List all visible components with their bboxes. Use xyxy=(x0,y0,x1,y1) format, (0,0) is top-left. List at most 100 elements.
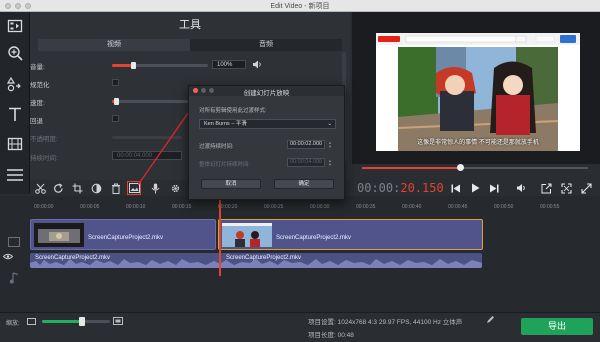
audio-track-icon xyxy=(7,272,21,284)
speaker-icon xyxy=(516,184,525,192)
image-duration-stepper[interactable]: ▲ ▼ xyxy=(327,158,333,167)
normalize-checkbox[interactable] xyxy=(112,79,119,86)
transition-duration-stepper[interactable]: ▲ ▼ xyxy=(327,140,333,149)
transition-style-value: Ken Burns – 平滑 xyxy=(204,121,247,127)
reverse-label: 回退 xyxy=(30,118,43,125)
ruler-tick: 00:00:10 xyxy=(126,204,146,210)
slideshow-dialog: 创建幻灯片放映 对所有剪辑使用此过渡样式: Ken Burns – 平滑 ⌄ 过… xyxy=(188,85,345,200)
scissors-icon xyxy=(34,183,46,194)
tab-video[interactable]: 视频 xyxy=(38,39,190,51)
video-track-icon xyxy=(7,236,21,248)
import-icon xyxy=(7,19,23,33)
text-icon xyxy=(9,107,21,121)
contrast-icon xyxy=(91,183,101,193)
ruler-tick: 00:00:55 xyxy=(540,204,560,210)
volume-value-field[interactable]: 100% xyxy=(212,60,246,69)
volume-button[interactable] xyxy=(514,181,528,195)
crop-icon xyxy=(72,183,82,193)
project-settings-value: 1024x768 4:3 29.97 FPS, 44100 Hz 立体声 xyxy=(337,319,463,326)
duration-label: 持续时间: xyxy=(30,155,58,162)
detach-preview-button[interactable] xyxy=(579,181,593,195)
playhead[interactable] xyxy=(219,196,221,276)
more-tools-button[interactable] xyxy=(4,164,26,186)
transition-duration-label: 过渡持续时间: xyxy=(199,144,234,150)
stepper-down-icon[interactable]: ▼ xyxy=(328,144,332,149)
import-media-button[interactable] xyxy=(4,15,26,37)
export-frame-icon xyxy=(541,183,551,193)
fullscreen-icon xyxy=(560,182,572,194)
color-adjust-button[interactable] xyxy=(89,181,103,195)
menu-icon xyxy=(7,169,23,181)
ruler-tick: 00:00:50 xyxy=(494,204,514,210)
image-duration-label: 整体幻灯片持续时间: xyxy=(199,162,251,168)
bottom-bar xyxy=(0,312,600,342)
ruler-tick: 00:00:45 xyxy=(448,204,468,210)
scale-label: 缩放: xyxy=(6,321,20,327)
dialog-instruction: 对所有剪辑使用此过渡样式: xyxy=(199,108,267,114)
filters-tool-button[interactable] xyxy=(4,73,26,95)
zoom-tool-button[interactable] xyxy=(4,42,26,64)
playback-progress-knob[interactable] xyxy=(457,164,464,171)
transitions-tool-button[interactable] xyxy=(4,133,26,155)
dialog-title: 创建幻灯片放映 xyxy=(243,90,290,97)
volume-slider-knob[interactable] xyxy=(131,62,136,69)
transition-style-select[interactable]: Ken Burns – 平滑 ⌄ xyxy=(199,119,336,129)
clip-name: ScreenCaptureProject2.mkv xyxy=(88,235,164,241)
trash-icon xyxy=(112,183,120,194)
previous-button[interactable] xyxy=(449,181,463,195)
playback-progress-fill xyxy=(362,167,460,169)
dialog-title-bar: 创建幻灯片放映 xyxy=(189,86,344,97)
video-clip[interactable]: ScreenCaptureProject2.mkv xyxy=(218,219,483,250)
audio-clip-name: ScreenCaptureProject2.mkv xyxy=(35,255,111,261)
rotate-button[interactable] xyxy=(51,181,65,195)
play-button[interactable] xyxy=(468,181,482,195)
delete-button[interactable] xyxy=(109,181,123,195)
zoom-slider[interactable] xyxy=(42,317,110,326)
shapes-icon xyxy=(7,76,21,92)
timecode-display: 00:00:20.150 xyxy=(357,181,444,195)
title-bar: Edit Video - 新项目 xyxy=(0,0,600,12)
visibility-toggle[interactable] xyxy=(1,250,15,262)
volume-slider[interactable] xyxy=(112,62,208,69)
zoom-slider-knob[interactable] xyxy=(79,317,85,326)
speaker-icon[interactable] xyxy=(252,60,262,71)
image-duration-field[interactable]: 00:00:04.000 xyxy=(287,158,325,167)
volume-label: 音量: xyxy=(30,64,45,71)
video-preview[interactable]: 这像是非常惊人的事情 不可能还是那就放手机 xyxy=(376,33,580,151)
cut-button[interactable] xyxy=(33,181,47,195)
audio-clip[interactable]: ScreenCaptureProject2.mkv ScreenCaptureP… xyxy=(30,253,482,268)
zoom-in-icon[interactable] xyxy=(113,317,123,327)
opacity-label: 不透明度: xyxy=(30,136,58,143)
tool-strip xyxy=(0,12,30,194)
reverse-checkbox[interactable] xyxy=(112,115,119,122)
stepper-down-icon[interactable]: ▼ xyxy=(328,162,332,167)
titles-tool-button[interactable] xyxy=(4,103,26,125)
ruler-tick: 00:00:30 xyxy=(310,204,330,210)
transition-duration-field[interactable]: 00:00:02.000 xyxy=(287,140,325,149)
speed-slider-knob[interactable] xyxy=(114,98,119,105)
project-settings-label: 项目设置: xyxy=(308,319,336,326)
timeline-ruler[interactable]: 00:00:00 00:00:05 00:00:10 00:00:15 00:0… xyxy=(30,200,600,212)
fullscreen-button[interactable] xyxy=(559,181,573,195)
clip-thumbnail xyxy=(34,223,84,247)
ok-button[interactable]: 确定 xyxy=(274,179,334,189)
expand-icon xyxy=(580,182,592,194)
video-clip[interactable]: ScreenCaptureProject2.mkv xyxy=(30,219,216,250)
snapshot-button[interactable] xyxy=(539,181,553,195)
zoom-slider-fill xyxy=(42,320,82,323)
play-icon xyxy=(471,183,479,193)
edit-settings-button[interactable] xyxy=(486,315,495,326)
tab-audio[interactable]: 音频 xyxy=(190,39,342,51)
playback-progress[interactable] xyxy=(362,164,588,171)
export-button[interactable]: 导出 xyxy=(521,318,593,335)
next-button[interactable] xyxy=(487,181,501,195)
crop-button[interactable] xyxy=(70,181,84,195)
project-length: 项目长度: 00:48 xyxy=(308,329,354,339)
skip-forward-icon xyxy=(490,184,499,192)
window-title: Edit Video - 新项目 xyxy=(270,3,330,10)
cancel-button[interactable]: 取消 xyxy=(201,179,261,189)
zoom-out-icon[interactable] xyxy=(27,318,36,327)
clip-thumbnail xyxy=(222,223,272,247)
clip-name: ScreenCaptureProject2.mkv xyxy=(276,235,352,241)
project-length-value: 00:48 xyxy=(337,332,354,339)
